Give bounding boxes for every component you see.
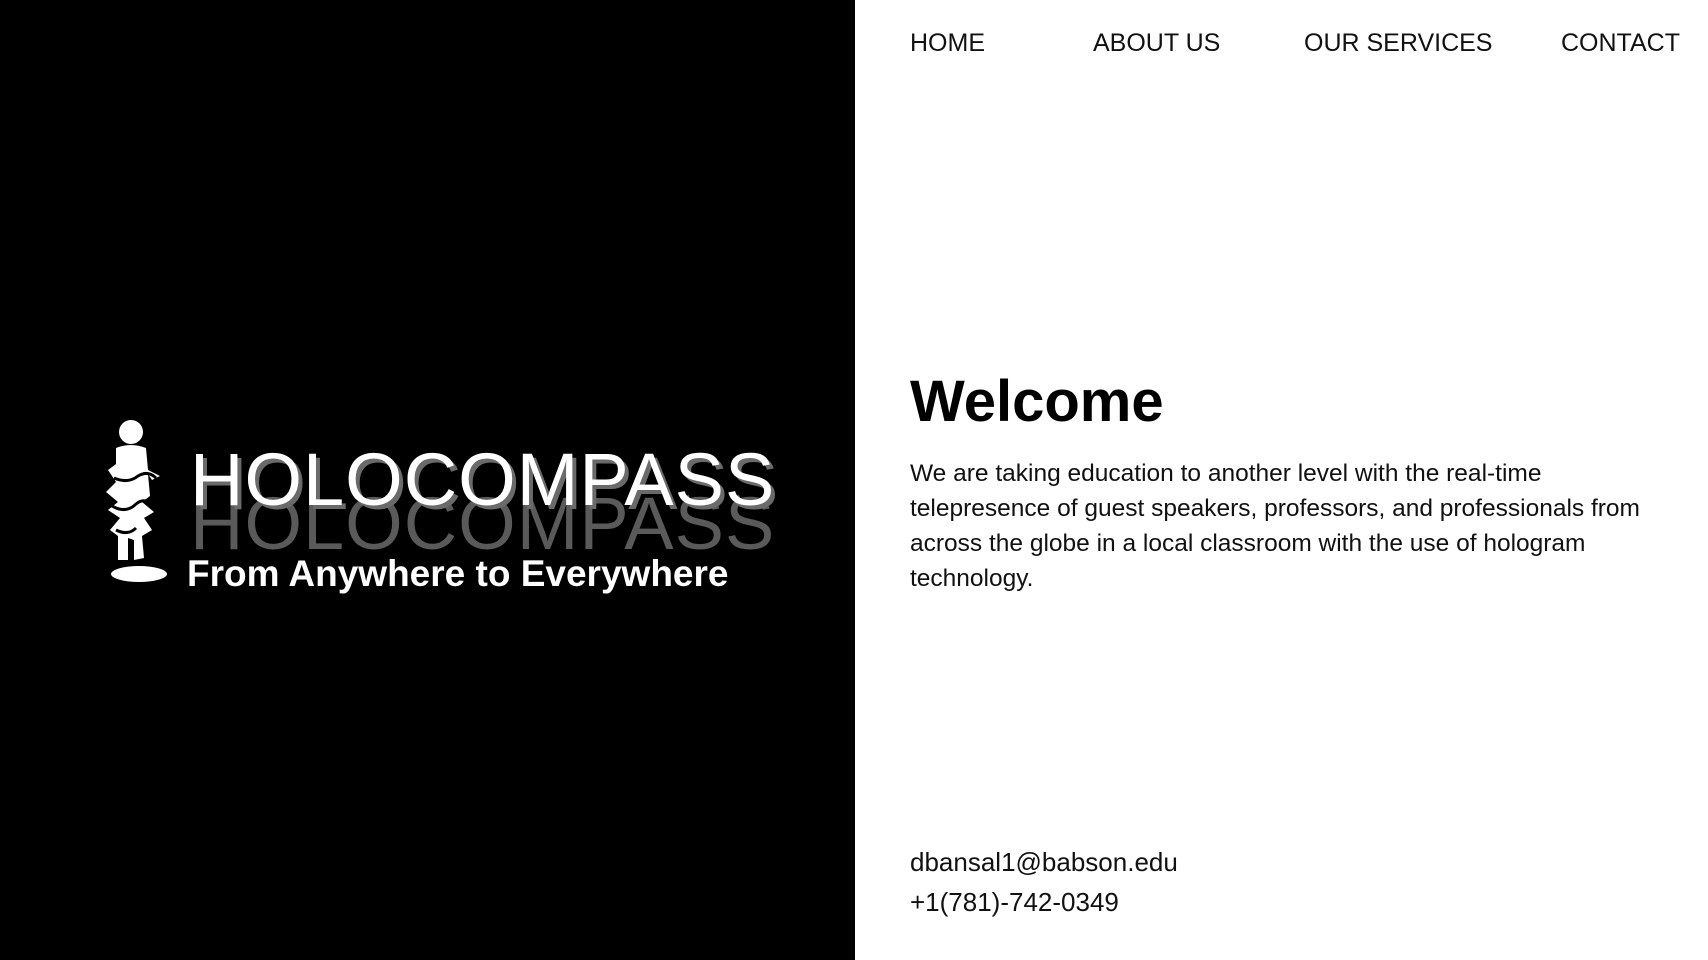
contact-info: dbansal1@babson.edu +1(781)-742-0349	[910, 842, 1178, 922]
nav-home[interactable]: HOME	[910, 26, 985, 60]
contact-email[interactable]: dbansal1@babson.edu	[910, 842, 1178, 882]
nav-contact[interactable]: CONTACT	[1561, 26, 1680, 60]
welcome-description: We are taking education to another level…	[910, 460, 1640, 592]
nav-about-us[interactable]: ABOUT US	[1093, 26, 1220, 60]
contact-phone[interactable]: +1(781)-742-0349	[910, 882, 1178, 922]
brand-tagline: From Anywhere to Everywhere	[187, 553, 729, 594]
top-nav: HOME ABOUT US OUR SERVICES CONTACT	[0, 26, 1708, 62]
brand-name: HOLOCOMPASS	[190, 438, 776, 521]
hologram-person-icon	[106, 420, 167, 582]
page-title: Welcome	[910, 369, 1164, 434]
nav-our-services[interactable]: OUR SERVICES	[1304, 26, 1492, 60]
hero-panel: HOLOCOMPASS HOLOCOMPASS From Anywhere to…	[0, 0, 855, 960]
